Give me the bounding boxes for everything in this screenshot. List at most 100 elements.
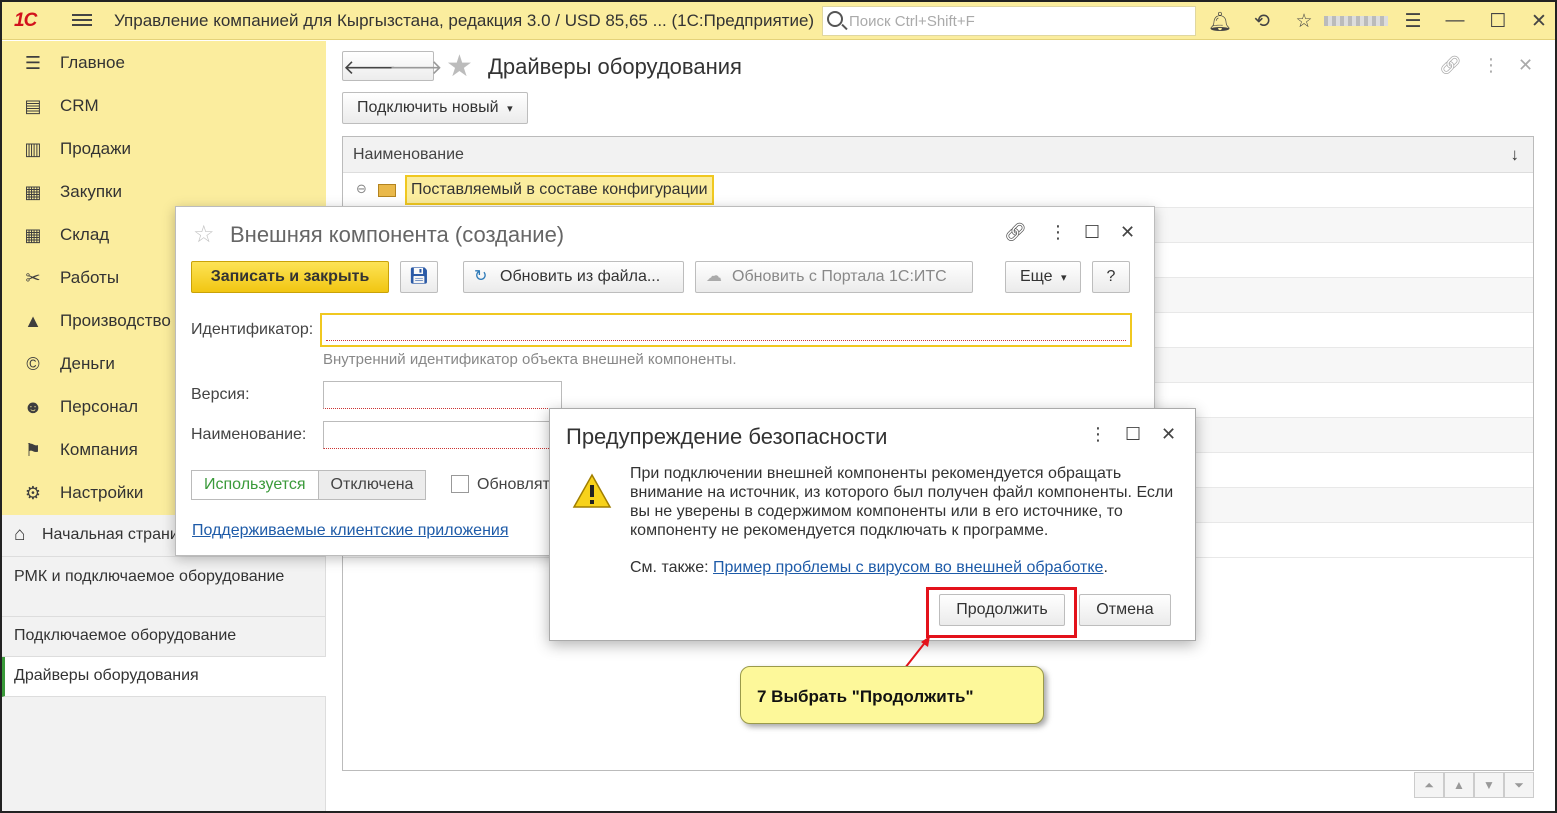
sidebar-item-label: Закупки xyxy=(60,182,122,201)
collapse-icon[interactable]: ⊖ xyxy=(356,181,367,197)
app-window: 1С Управление компанией для Кыргызстана,… xyxy=(0,0,1557,813)
factory-icon: ▲ xyxy=(24,311,42,331)
sidebar-item-label: Главное xyxy=(60,53,125,72)
sidebar-item-sales[interactable]: ▥ Продажи xyxy=(2,127,326,170)
close-icon[interactable]: ✕ xyxy=(1120,222,1135,243)
crm-icon: ▤ xyxy=(24,96,42,116)
disabled-option[interactable]: Отключена xyxy=(318,471,426,499)
more-vert-icon[interactable]: ⋮ xyxy=(1089,424,1107,445)
title-bar: 1С Управление компанией для Кыргызстана,… xyxy=(2,2,1555,40)
more-label: Еще xyxy=(1020,268,1053,285)
identifier-field[interactable] xyxy=(320,313,1132,347)
virus-example-link[interactable]: Пример проблемы с вирусом во внешней обр… xyxy=(713,559,1103,576)
dialog-title: Предупреждение безопасности xyxy=(566,424,888,449)
maximize-icon[interactable]: ☐ xyxy=(1084,222,1100,243)
cart-icon: ▦ xyxy=(24,182,42,202)
warning-message: При подключении внешней компоненты реком… xyxy=(630,465,1174,539)
favorite-star-icon[interactable]: ★ xyxy=(446,49,473,84)
nav-link-drivers[interactable]: Драйверы оборудования xyxy=(2,657,326,697)
table-row[interactable]: ⊖ Поставляемый в составе конфигурации xyxy=(343,173,1533,208)
sidebar-item-label: Настройки xyxy=(60,483,144,502)
menu-icon[interactable] xyxy=(72,11,92,31)
close-form-icon[interactable]: ✕ xyxy=(1518,55,1533,76)
page-title: Драйверы оборудования xyxy=(488,54,742,79)
search-icon xyxy=(827,11,843,27)
connect-new-button[interactable]: Подключить новый ▾ xyxy=(342,92,528,124)
last-page-icon[interactable]: ⏷ xyxy=(1504,772,1534,798)
forward-arrow-icon[interactable]: 🡒 xyxy=(389,55,443,80)
sidebar-item-label: Персонал xyxy=(60,397,139,416)
cloud-icon: ☁ xyxy=(706,268,722,285)
update-portal-label: Обновить с Портала 1С:ИТС xyxy=(732,268,947,285)
home-icon: ⌂ xyxy=(14,524,26,545)
link-icon[interactable]: 🔗︎ xyxy=(1439,55,1462,76)
minimize-icon[interactable]: — xyxy=(1443,10,1467,32)
save-icon[interactable]: 💾︎ xyxy=(400,261,438,293)
save-close-button[interactable]: Записать и закрыть xyxy=(191,261,389,293)
app-title: Управление компанией для Кыргызстана, ре… xyxy=(114,11,815,30)
supported-apps-link[interactable]: Поддерживаемые клиентские приложения xyxy=(192,522,509,540)
folder-icon xyxy=(378,184,396,197)
warning-icon xyxy=(572,473,612,508)
basket-icon: ▥ xyxy=(24,139,42,159)
nav-link-equipment[interactable]: Подключаемое оборудование xyxy=(2,617,326,657)
cancel-button[interactable]: Отмена xyxy=(1079,594,1171,626)
search-input[interactable]: Поиск Ctrl+Shift+F xyxy=(822,6,1196,36)
tools-icon: ✂ xyxy=(25,268,41,288)
update-checkbox[interactable] xyxy=(451,475,469,493)
used-option[interactable]: Используется xyxy=(192,471,319,499)
more-button[interactable]: Еще ▾ xyxy=(1005,261,1081,293)
security-warning-dialog: Предупреждение безопасности ⋮ ☐ ✕ При по… xyxy=(549,408,1196,641)
link-icon[interactable]: 🔗︎ xyxy=(1004,222,1027,243)
maximize-icon[interactable]: ☐ xyxy=(1486,10,1510,33)
dialog-title: Внешняя компонента (создание) xyxy=(230,222,565,247)
money-icon: © xyxy=(26,354,40,374)
settings-menu-icon[interactable]: ☰ xyxy=(1401,10,1425,33)
callout-text: 7 Выбрать "Продолжить" xyxy=(757,687,974,706)
highlight-box xyxy=(926,587,1077,638)
star-icon[interactable]: ☆ xyxy=(1292,10,1316,33)
chevron-down-icon: ▾ xyxy=(1061,272,1067,284)
more-vert-icon[interactable]: ⋮ xyxy=(1049,222,1067,243)
update-from-portal-button[interactable]: ☁ Обновить с Портала 1С:ИТС xyxy=(695,261,973,293)
update-from-file-button[interactable]: ↻ Обновить из файла... xyxy=(463,261,684,293)
more-vert-icon[interactable]: ⋮ xyxy=(1482,55,1500,76)
sidebar-item-main[interactable]: ☰ Главное xyxy=(2,41,326,84)
nav-link-rmk[interactable]: РМК и подключаемое оборудование xyxy=(2,557,326,617)
close-icon[interactable]: ✕ xyxy=(1161,424,1176,445)
connect-new-label: Подключить новый xyxy=(357,99,499,116)
history-icon[interactable]: ⟲ xyxy=(1250,10,1274,33)
sidebar-item-label: Продажи xyxy=(60,139,131,158)
sidebar-item-label: Работы xyxy=(60,268,120,287)
sidebar-item-label: Деньги xyxy=(60,354,115,373)
update-checkbox-label: Обновлять xyxy=(477,476,559,493)
sidebar-item-label: CRM xyxy=(60,96,99,115)
close-icon[interactable]: ✕ xyxy=(1527,10,1551,33)
version-field[interactable] xyxy=(323,381,562,409)
app-logo: 1С xyxy=(14,10,37,31)
maximize-icon[interactable]: ☐ xyxy=(1125,424,1141,445)
favorite-star-icon[interactable]: ☆ xyxy=(193,220,215,249)
page-down-icon[interactable]: ▼ xyxy=(1474,772,1504,798)
list-icon: ☰ xyxy=(24,53,42,73)
usage-toggle[interactable]: Используется Отключена xyxy=(191,470,427,500)
bell-icon[interactable]: 🔔︎ xyxy=(1208,10,1232,34)
identifier-hint: Внутренний идентификатор объекта внешней… xyxy=(323,351,737,368)
first-page-icon[interactable]: ⏶ xyxy=(1414,772,1444,798)
sort-arrow-icon[interactable]: ↓ xyxy=(1511,145,1520,165)
search-placeholder: Поиск Ctrl+Shift+F xyxy=(849,13,975,30)
chevron-down-icon: ▾ xyxy=(507,103,513,115)
back-arrow-icon[interactable]: 🡐 xyxy=(343,55,397,80)
column-name[interactable]: Наименование xyxy=(353,146,464,164)
version-label: Версия: xyxy=(191,386,250,403)
page-up-icon[interactable]: ▲ xyxy=(1444,772,1474,798)
row-name[interactable]: Поставляемый в составе конфигурации xyxy=(405,175,714,205)
sidebar-item-crm[interactable]: ▤ CRM xyxy=(2,84,326,127)
user-name[interactable] xyxy=(1324,16,1388,26)
name-field[interactable] xyxy=(323,421,563,449)
nav-buttons: 🡐 🡒 xyxy=(342,51,443,81)
file-update-icon: ↻ xyxy=(474,268,488,285)
see-also: См. также: Пример проблемы с вирусом во … xyxy=(630,559,1108,576)
help-button[interactable]: ? xyxy=(1092,261,1130,293)
sidebar-item-label: Производство xyxy=(60,311,171,330)
